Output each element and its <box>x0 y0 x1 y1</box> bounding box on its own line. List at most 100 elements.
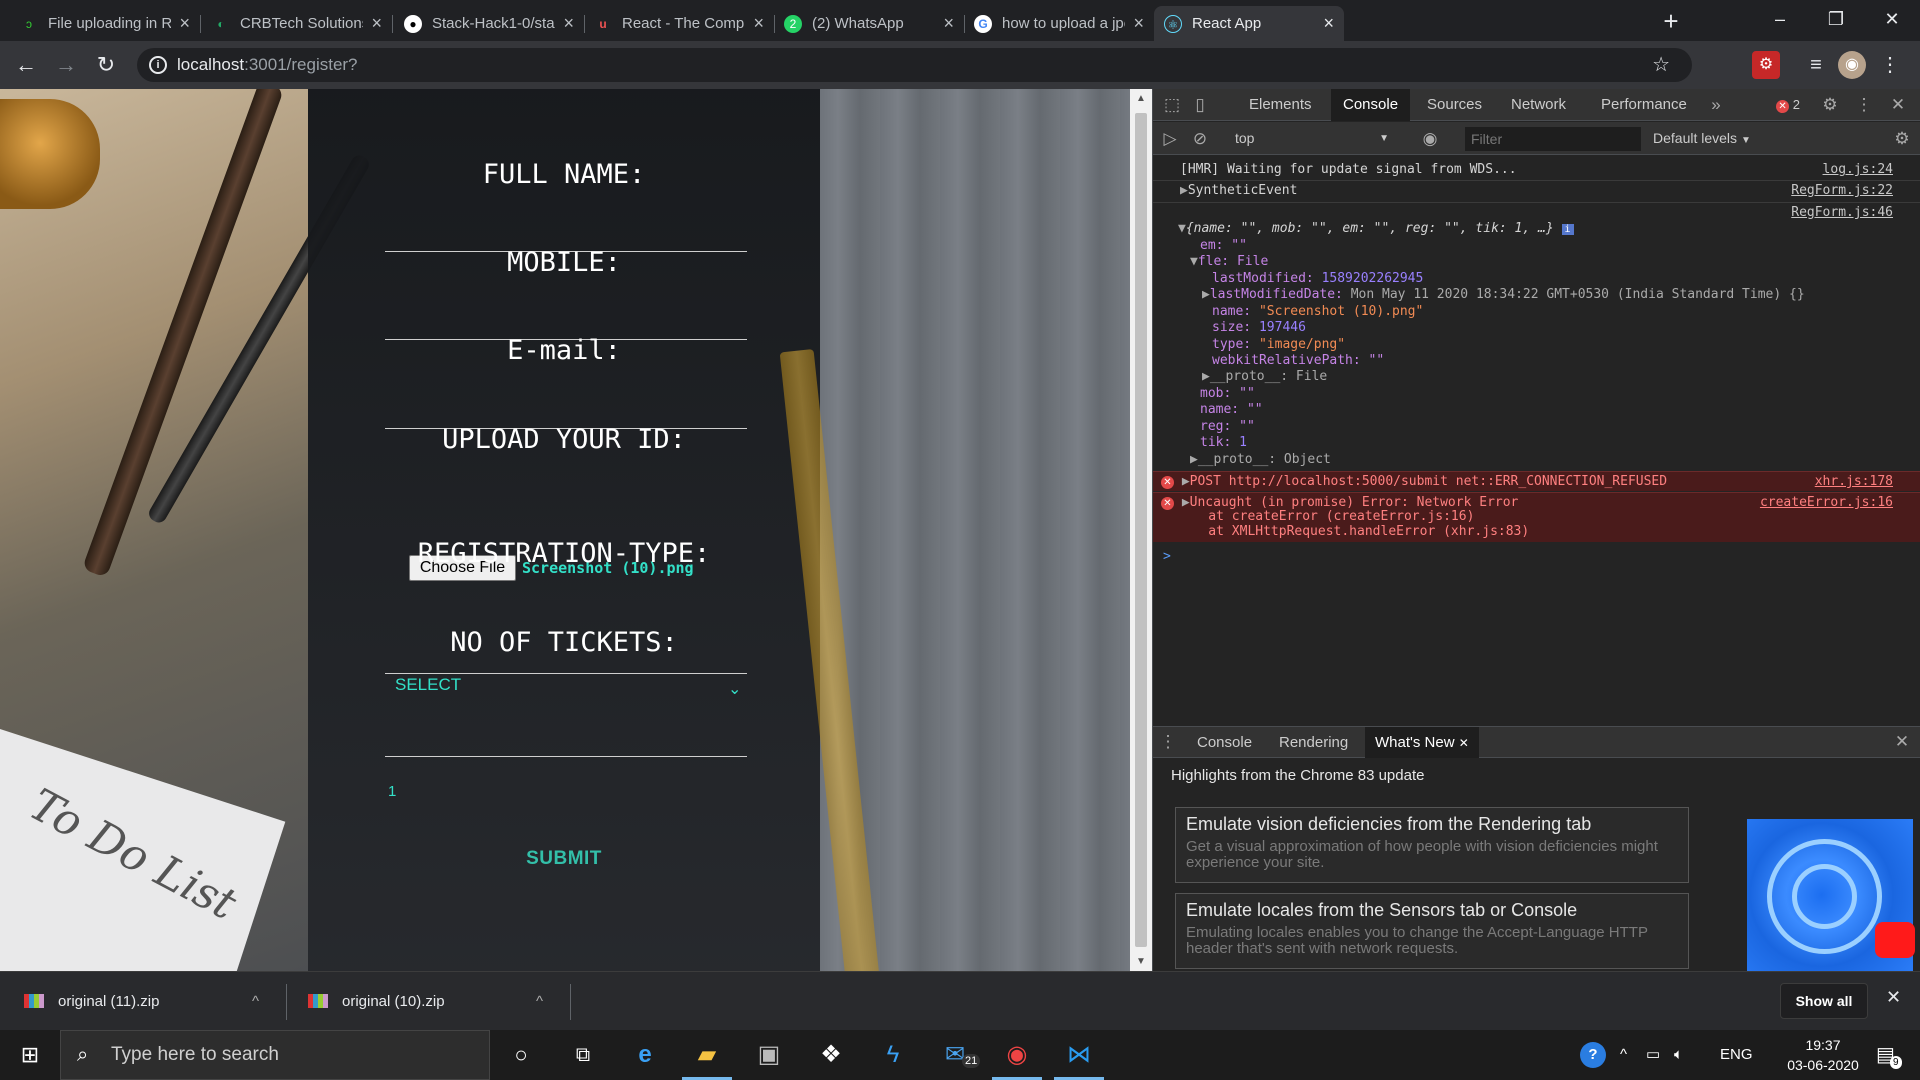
edge-icon[interactable]: e <box>614 1030 676 1080</box>
new-tab-button[interactable]: + <box>1655 6 1687 38</box>
chevron-down-icon[interactable]: ⌄ <box>728 679 741 699</box>
youtube-play-icon[interactable] <box>1875 922 1915 958</box>
context-selector[interactable]: top ▼ <box>1235 122 1395 155</box>
console-error-post[interactable]: ✕ ▶POST http://localhost:5000/submit net… <box>1153 471 1920 491</box>
source-link[interactable]: log.js:24 <box>1823 160 1893 180</box>
chevron-up-icon[interactable]: ^ <box>252 972 259 1031</box>
console-settings-icon[interactable]: ⚙ <box>1891 128 1913 150</box>
task-view-icon[interactable]: ⧉ <box>552 1030 614 1080</box>
close-tab-icon[interactable]: × <box>179 13 190 34</box>
close-tab-icon[interactable]: × <box>1133 13 1144 34</box>
close-tab-icon[interactable]: × <box>1323 13 1334 34</box>
drawer-menu-icon[interactable]: ⋮ <box>1157 731 1179 753</box>
whats-new-card[interactable]: Emulate locales from the Sensors tab or … <box>1175 893 1689 969</box>
tab-google-search[interactable]: Ghow to upload a jpeg × <box>964 6 1154 41</box>
drawer-tab-console[interactable]: Console <box>1187 727 1262 758</box>
scroll-down-arrow[interactable]: ▼ <box>1130 956 1152 967</box>
sidebar-toggle-icon[interactable]: ▷ <box>1159 128 1181 150</box>
file-explorer-icon[interactable]: ▰ <box>676 1030 738 1080</box>
dropbox-icon[interactable]: ❖ <box>800 1030 862 1080</box>
clock[interactable]: 19:37 03-06-2020 <box>1783 1035 1863 1075</box>
console-message[interactable]: ▶SyntheticEvent RegForm.js:22 <box>1153 180 1920 200</box>
tab-github[interactable]: ● Stack-Hack1-0/stack_h × <box>394 6 584 41</box>
address-bar[interactable]: i localhost:3001/register? ☆ <box>137 48 1692 82</box>
extension-icon[interactable]: ⚙ <box>1752 51 1780 79</box>
tab-console[interactable]: Console <box>1331 89 1411 121</box>
show-all-button[interactable]: Show all <box>1780 983 1868 1019</box>
reload-button[interactable]: ↻ <box>90 49 122 81</box>
taskbar-search[interactable]: ⌕ Type here to search <box>60 1030 490 1080</box>
windows-start-icon[interactable]: ⊞ <box>0 1030 60 1080</box>
stack-frame[interactable]: at XMLHttpRequest.handleError (xhr.js:83… <box>1153 522 1920 542</box>
close-drawer-icon[interactable]: ✕ <box>1891 731 1913 753</box>
maximize-button[interactable]: ❐ <box>1808 0 1864 41</box>
scroll-up-arrow[interactable]: ▲ <box>1130 93 1152 104</box>
chevron-up-icon[interactable]: ^ <box>536 972 543 1031</box>
close-tab-icon[interactable]: × <box>753 13 764 34</box>
page-scrollbar[interactable]: ▲ ▼ <box>1130 89 1152 971</box>
registration-type-select[interactable]: SELECT <box>395 675 461 695</box>
menu-icon[interactable]: ⋮ <box>1876 51 1904 79</box>
tab-crbtech[interactable]: ◐ CRBTech Solutions Pvt × <box>202 6 392 41</box>
close-tab-icon[interactable]: × <box>563 13 574 34</box>
scroll-thumb[interactable] <box>1135 113 1147 947</box>
console-prompt[interactable]: > <box>1153 547 1920 567</box>
whats-new-card[interactable]: Emulate vision deficiencies from the Ren… <box>1175 807 1689 883</box>
close-tab-icon[interactable]: × <box>371 13 382 34</box>
settings-gear-icon[interactable]: ⚙ <box>1819 94 1841 116</box>
volume-icon[interactable]: 🔈︎ <box>1674 1030 1683 1080</box>
drawer-tab-rendering[interactable]: Rendering <box>1269 727 1358 758</box>
drawer-tab-bar: ⋮ Console Rendering What's New ✕ ✕ <box>1153 726 1920 758</box>
close-window-button[interactable]: ✕ <box>1864 0 1920 41</box>
device-toolbar-icon[interactable]: ▯ <box>1189 94 1211 116</box>
close-devtools-icon[interactable]: ✕ <box>1887 94 1909 116</box>
tab-udemy-react[interactable]: u React - The Complete × <box>584 6 774 41</box>
inspect-element-icon[interactable]: ⬚ <box>1161 94 1183 116</box>
tab-whatsapp[interactable]: 2 (2) WhatsApp × <box>774 6 964 41</box>
clear-console-icon[interactable]: ⊘ <box>1189 128 1211 150</box>
tab-sources[interactable]: Sources <box>1415 89 1494 121</box>
tab-react-app[interactable]: ⚛ React App × <box>1154 6 1344 41</box>
close-tab-icon[interactable]: × <box>943 13 954 34</box>
tab-elements[interactable]: Elements <box>1237 89 1324 121</box>
site-info-icon[interactable]: i <box>149 56 167 74</box>
eye-icon[interactable]: ◉ <box>1419 128 1441 150</box>
cortana-icon[interactable]: ○ <box>490 1030 552 1080</box>
powershell-icon[interactable]: ϟ <box>862 1030 924 1080</box>
chrome-83-video-thumbnail[interactable] <box>1747 819 1915 971</box>
tab-performance[interactable]: Performance <box>1589 89 1699 121</box>
store-icon[interactable]: ▣ <box>738 1030 800 1080</box>
console-filter-input[interactable]: Filter <box>1465 127 1641 151</box>
help-icon[interactable]: ? <box>1580 1042 1606 1068</box>
tab-file-uploading[interactable]: ↄ File uploading in React × <box>10 6 200 41</box>
forward-button[interactable]: → <box>50 49 82 81</box>
language-indicator[interactable]: ENG <box>1720 1030 1753 1080</box>
error-count-badge[interactable]: ✕ 2 <box>1771 94 1805 116</box>
download-item[interactable]: original (11).zip ^ <box>24 972 264 1031</box>
drawer-tab-whats-new[interactable]: What's New ✕ <box>1365 727 1479 758</box>
media-control-icon[interactable]: ≡ <box>1802 51 1830 79</box>
gg-icon: ↄ <box>26 16 32 31</box>
back-button[interactable]: ← <box>10 49 42 81</box>
prop-proto-object[interactable]: ▶__proto__: Object <box>1153 450 1920 470</box>
mail-icon[interactable]: ✉ 21 <box>924 1030 986 1080</box>
chrome-icon[interactable]: ◉ <box>986 1030 1048 1080</box>
more-tabs-icon[interactable]: » <box>1705 94 1727 116</box>
notification-icon[interactable]: ▤ 9 <box>1876 1030 1902 1080</box>
bookmark-star-icon[interactable]: ☆ <box>1652 48 1670 82</box>
more-options-icon[interactable]: ⋮ <box>1853 94 1875 116</box>
submit-button[interactable]: SUBMIT <box>308 848 820 870</box>
source-link[interactable]: xhr.js:178 <box>1815 472 1893 492</box>
minimize-button[interactable]: – <box>1752 0 1808 41</box>
tickets-input[interactable]: 1 <box>388 783 396 800</box>
battery-icon[interactable]: ▭ <box>1646 1030 1660 1080</box>
log-levels-dropdown[interactable]: Default levels ▼ <box>1653 122 1751 155</box>
source-link[interactable]: RegForm.js:22 <box>1791 181 1893 201</box>
tray-chevron-icon[interactable]: ^ <box>1620 1030 1627 1080</box>
download-item[interactable]: original (10).zip ^ <box>308 972 548 1031</box>
address-path: :3001/register? <box>244 55 358 74</box>
vscode-icon[interactable]: ⋈ <box>1048 1030 1110 1080</box>
close-download-shelf-icon[interactable]: ✕ <box>1886 987 1901 1008</box>
tab-network[interactable]: Network <box>1499 89 1578 121</box>
profile-avatar[interactable]: ◉ <box>1838 51 1866 79</box>
